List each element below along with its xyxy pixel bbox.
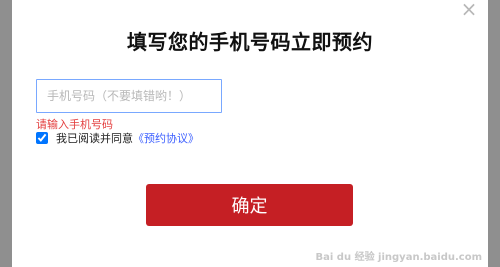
agree-checkbox[interactable] <box>36 132 48 144</box>
watermark: Bai du 经验 jingyan.baidu.com <box>315 252 482 263</box>
reservation-dialog: × 填写您的手机号码立即预约 请输入手机号码 我已阅读并同意 《预约协议》 确定… <box>12 0 488 267</box>
dialog-title: 填写您的手机号码立即预约 <box>127 30 373 54</box>
agreement-link[interactable]: 《预约协议》 <box>133 130 199 146</box>
close-icon[interactable]: × <box>460 0 478 19</box>
confirm-button[interactable]: 确定 <box>146 184 353 226</box>
phone-number-input[interactable] <box>36 79 222 113</box>
agree-text: 我已阅读并同意 <box>56 132 133 145</box>
agreement-row: 我已阅读并同意 《预约协议》 <box>36 130 199 146</box>
